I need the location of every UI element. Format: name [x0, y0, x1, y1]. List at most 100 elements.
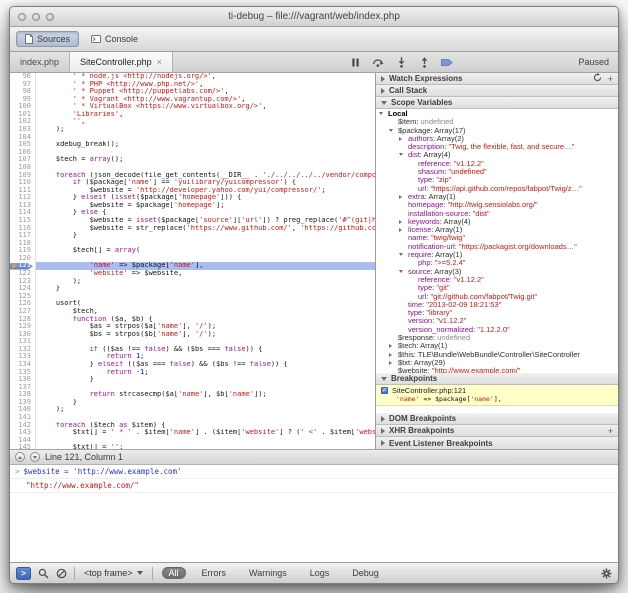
code-text[interactable]: foreach (json_decode(file_get_contents(_…: [36, 172, 375, 180]
code-line[interactable]: 140 );: [10, 406, 375, 414]
file-tab[interactable]: index.php: [10, 52, 70, 72]
code-text[interactable]: ' * node.js <http://nodejs.org/>',: [36, 73, 375, 81]
code-text[interactable]: );: [36, 406, 375, 414]
gutter-cell[interactable]: 131: [10, 338, 36, 346]
gutter-cell[interactable]: 99: [10, 96, 36, 104]
code-editor[interactable]: 96 ' * node.js <http://nodejs.org/>',97 …: [10, 73, 375, 449]
code-text[interactable]: [36, 149, 375, 157]
code-line[interactable]: 137: [10, 384, 375, 392]
gutter-cell[interactable]: 117: [10, 232, 36, 240]
code-line[interactable]: 102 '',: [10, 118, 375, 126]
filter-debug[interactable]: Debug: [345, 567, 386, 579]
code-text[interactable]: [36, 437, 375, 445]
code-text[interactable]: '',: [36, 118, 375, 126]
code-line[interactable]: 97 ' * PHP <http://www.php.net/>',: [10, 81, 375, 89]
scope-tree-row[interactable]: $response: undefined: [376, 334, 618, 342]
search-icon[interactable]: [38, 568, 49, 579]
code-text[interactable]: } else {: [36, 209, 375, 217]
code-text[interactable]: $txt[] = ' * ' . $item['name'] . ($item[…: [36, 429, 375, 437]
code-line[interactable]: 122 'website' => $website,: [10, 270, 375, 278]
collapse-icon[interactable]: [389, 129, 393, 132]
frame-selector[interactable]: <top frame>: [82, 568, 145, 578]
scope-tree-row[interactable]: keywords: Array(4): [376, 218, 618, 226]
gutter-cell[interactable]: 138: [10, 391, 36, 399]
code-line[interactable]: 127 $tech,: [10, 308, 375, 316]
gutter-cell[interactable]: 119: [10, 247, 36, 255]
step-over-button[interactable]: [371, 55, 385, 69]
code-text[interactable]: return -1;: [36, 369, 375, 377]
gutter-cell[interactable]: 102: [10, 118, 36, 126]
collapse-icon[interactable]: [379, 112, 383, 115]
gutter-cell[interactable]: 109: [10, 172, 36, 180]
code-text[interactable]: $website = str_replace('https://www.gith…: [36, 225, 375, 233]
code-line[interactable]: 135 return -1;: [10, 369, 375, 377]
expand-icon[interactable]: [381, 440, 385, 446]
gutter-cell[interactable]: 130: [10, 331, 36, 339]
gutter-cell[interactable]: 128: [10, 316, 36, 324]
code-line[interactable]: 118: [10, 240, 375, 248]
section-watch-expressions[interactable]: Watch Expressions +: [376, 73, 618, 85]
scope-tree-row[interactable]: name: "twig/twig": [376, 234, 618, 242]
code-text[interactable]: ' * Vagrant <http://www.vagrantup.com/>'…: [36, 96, 375, 104]
filter-warnings[interactable]: Warnings: [242, 567, 294, 579]
gutter-cell[interactable]: 141: [10, 414, 36, 422]
gutter-cell[interactable]: 121: [10, 262, 36, 270]
code-text[interactable]: [36, 384, 375, 392]
collapse-icon[interactable]: [399, 153, 403, 156]
code-text[interactable]: [36, 338, 375, 346]
code-line[interactable]: 105 xdebug_break();: [10, 141, 375, 149]
scope-tree-row[interactable]: url: "git://github.com/fabpot/Twig.git": [376, 293, 618, 301]
gutter-cell[interactable]: 118: [10, 240, 36, 248]
gutter-cell[interactable]: 139: [10, 399, 36, 407]
code-line[interactable]: 109 foreach (json_decode(file_get_conten…: [10, 172, 375, 180]
expand-icon[interactable]: [381, 76, 385, 82]
code-text[interactable]: ' * Puppet <http://puppetlabs.com/>',: [36, 88, 375, 96]
code-text[interactable]: [36, 134, 375, 142]
code-line[interactable]: 117 }: [10, 232, 375, 240]
gutter-cell[interactable]: 105: [10, 141, 36, 149]
gutter-cell[interactable]: 111: [10, 187, 36, 195]
code-text[interactable]: [36, 414, 375, 422]
code-text[interactable]: xdebug_break();: [36, 141, 375, 149]
breakpoint-checkbox[interactable]: ✓: [381, 387, 388, 394]
add-watch-icon[interactable]: +: [608, 74, 613, 84]
expand-icon[interactable]: [389, 361, 392, 365]
expand-icon[interactable]: [389, 344, 392, 348]
scope-tree-row[interactable]: $website: "http://www.example.com/": [376, 367, 618, 373]
nav-tab-console[interactable]: Console: [82, 31, 147, 47]
scope-tree-row[interactable]: $this: TLE\Bundle\WebBundle\Controller\S…: [376, 351, 618, 359]
gutter-cell[interactable]: 110: [10, 179, 36, 187]
gutter-cell[interactable]: 142: [10, 422, 36, 430]
scope-tree-row[interactable]: reference: "v1.12.2": [376, 276, 618, 284]
code-text[interactable]: [36, 255, 375, 263]
code-text[interactable]: [36, 293, 375, 301]
gutter-cell[interactable]: 97: [10, 81, 36, 89]
code-text[interactable]: 'name' => $package['name'],: [36, 262, 375, 270]
collapse-icon[interactable]: [381, 101, 387, 105]
code-line[interactable]: 134 } elseif (($as === false) && ($bs !=…: [10, 361, 375, 369]
code-text[interactable]: usort(: [36, 300, 375, 308]
code-line[interactable]: 133 return 1;: [10, 353, 375, 361]
section-dom-breakpoints[interactable]: DOM Breakpoints: [376, 413, 618, 425]
scope-tree-row[interactable]: type: "library": [376, 309, 618, 317]
code-text[interactable]: $website = 'http://developer.yahoo.com/y…: [36, 187, 375, 195]
scope-tree-row[interactable]: $tech: Array(1): [376, 342, 618, 350]
step-out-button[interactable]: [417, 55, 431, 69]
code-line[interactable]: 101 'Libraries',: [10, 111, 375, 119]
code-line[interactable]: 129 $as = strpos($a['name'], '/');: [10, 323, 375, 331]
gutter-cell[interactable]: 100: [10, 103, 36, 111]
code-text[interactable]: return 1;: [36, 353, 375, 361]
gutter-cell[interactable]: 104: [10, 134, 36, 142]
code-text[interactable]: 'website' => $website,: [36, 270, 375, 278]
gutter-cell[interactable]: 143: [10, 429, 36, 437]
titlebar[interactable]: ti-debug – file:///vagrant/web/index.php: [10, 7, 618, 27]
code-line[interactable]: 142 foreach ($tech as $item) {: [10, 422, 375, 430]
code-line[interactable]: 125: [10, 293, 375, 301]
section-breakpoints[interactable]: Breakpoints: [376, 373, 618, 385]
code-line[interactable]: 132 if (($as !== false) && ($bs === fals…: [10, 346, 375, 354]
gutter-cell[interactable]: 133: [10, 353, 36, 361]
gutter-cell[interactable]: 125: [10, 293, 36, 301]
scope-tree-row[interactable]: version: "v1.12.2": [376, 317, 618, 325]
code-line[interactable]: 112 } elseif (isset($package['homepage']…: [10, 194, 375, 202]
code-line[interactable]: 98 ' * Puppet <http://puppetlabs.com/>',: [10, 88, 375, 96]
